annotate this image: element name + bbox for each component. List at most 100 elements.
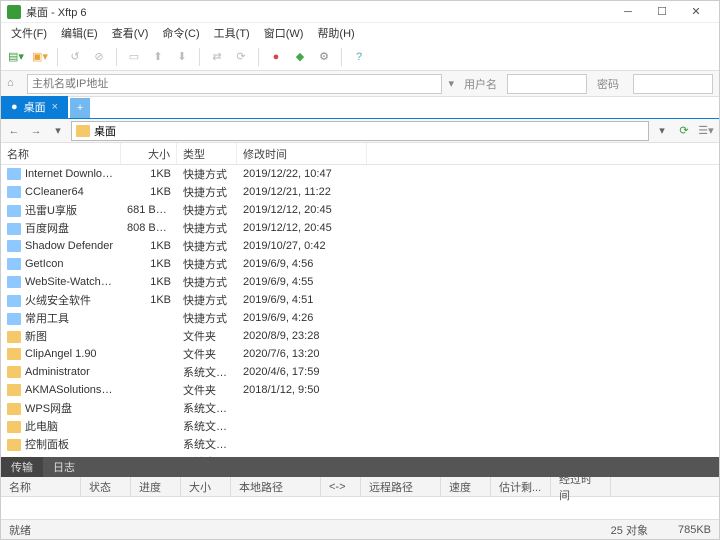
file-row[interactable]: AKMASolutions Byt... 文件夹2018/1/12, 9:50	[1, 381, 719, 399]
separator	[116, 48, 117, 66]
file-date: 2019/12/12, 20:45	[237, 222, 367, 234]
menu-view[interactable]: 查看(V)	[106, 23, 155, 43]
list-view-icon[interactable]: ☰▾	[697, 122, 715, 140]
th-local[interactable]: 本地路径	[231, 477, 321, 496]
file-row[interactable]: ClipAngel 1.90文件夹2020/7/6, 13:20	[1, 345, 719, 363]
file-date: 2019/6/9, 4:26	[237, 312, 367, 324]
file-size: 808 Bytes	[121, 222, 177, 234]
up-button[interactable]: ▾	[49, 122, 67, 140]
path-input[interactable]: 桌面	[71, 121, 649, 141]
menu-edit[interactable]: 编辑(E)	[55, 23, 104, 43]
app-icon	[7, 5, 21, 19]
file-type: 快捷方式	[177, 274, 237, 290]
open-icon[interactable]: ▣▾	[31, 48, 49, 66]
dropdown-icon[interactable]: ▾	[653, 122, 671, 140]
th-name[interactable]: 名称	[1, 477, 81, 496]
separator	[341, 48, 342, 66]
file-row[interactable]: 此电脑系统文件夹	[1, 417, 719, 435]
file-date: 2018/1/12, 9:50	[237, 384, 367, 396]
file-date: 2019/12/21, 11:22	[237, 186, 367, 198]
file-row[interactable]: WPS网盘系统文件夹	[1, 399, 719, 417]
file-type: 快捷方式	[177, 310, 237, 326]
new-session-icon[interactable]: ▤▾	[7, 48, 25, 66]
th-eta[interactable]: 估计剩...	[491, 477, 551, 496]
file-row[interactable]: WebSite-Watcher 1...1KB快捷方式2019/6/9, 4:5…	[1, 273, 719, 291]
file-size: 1KB	[121, 276, 177, 288]
menu-command[interactable]: 命令(C)	[156, 23, 205, 43]
file-row[interactable]: CCleaner641KB快捷方式2019/12/21, 11:22	[1, 183, 719, 201]
upload-icon[interactable]: ⬆	[149, 48, 167, 66]
file-type: 快捷方式	[177, 184, 237, 200]
red-icon[interactable]: ●	[267, 48, 285, 66]
refresh-icon[interactable]: ⟳	[232, 48, 250, 66]
column-date[interactable]: 修改时间	[237, 143, 367, 164]
column-name[interactable]: 名称	[1, 143, 121, 164]
file-icon	[7, 276, 21, 288]
th-elapsed[interactable]: 经过时间	[551, 477, 611, 496]
file-row[interactable]: Administrator系统文件夹2020/4/6, 17:59	[1, 363, 719, 381]
th-status[interactable]: 状态	[81, 477, 131, 496]
file-row[interactable]: 百度网盘808 Bytes快捷方式2019/12/12, 20:45	[1, 219, 719, 237]
menu-file[interactable]: 文件(F)	[5, 23, 53, 43]
separator	[57, 48, 58, 66]
forward-button[interactable]: →	[27, 122, 45, 140]
column-size[interactable]: 大小	[121, 143, 177, 164]
refresh-path-icon[interactable]: ⟳	[675, 122, 693, 140]
host-input[interactable]	[27, 74, 442, 94]
column-type[interactable]: 类型	[177, 143, 237, 164]
close-button[interactable]: ✕	[679, 2, 713, 22]
sync-icon[interactable]: ⇄	[208, 48, 226, 66]
file-list: Internet Download ...1KB快捷方式2019/12/22, …	[1, 165, 719, 457]
tab-add-button[interactable]: +	[70, 98, 90, 118]
file-name: 百度网盘	[25, 223, 69, 235]
minimize-button[interactable]: ─	[611, 2, 645, 22]
th-arrow[interactable]: <->	[321, 477, 361, 496]
file-row[interactable]: 新图文件夹2020/8/9, 23:28	[1, 327, 719, 345]
home-icon[interactable]: ⌂	[7, 77, 21, 91]
tab-log[interactable]: 日志	[43, 457, 85, 477]
file-name: 新图	[25, 331, 47, 343]
menu-tools[interactable]: 工具(T)	[208, 23, 256, 43]
file-name: 迅雷U享版	[25, 205, 77, 217]
toolbar: ▤▾ ▣▾ ↺ ⊘ ▭ ⬆ ⬇ ⇄ ⟳ ● ◆ ⚙ ?	[1, 43, 719, 71]
path-bar: ← → ▾ 桌面 ▾ ⟳ ☰▾	[1, 119, 719, 143]
file-row[interactable]: 火绒安全软件1KB快捷方式2019/6/9, 4:51	[1, 291, 719, 309]
tab-close-icon[interactable]: ×	[52, 101, 58, 113]
file-row[interactable]: 迅雷U享版681 Bytes快捷方式2019/12/12, 20:45	[1, 201, 719, 219]
password-label: 密码	[593, 76, 627, 92]
username-input[interactable]	[507, 74, 587, 94]
back-button[interactable]: ←	[5, 122, 23, 140]
separator	[258, 48, 259, 66]
file-row[interactable]: 常用工具快捷方式2019/6/9, 4:26	[1, 309, 719, 327]
file-name: AKMASolutions Byt...	[25, 384, 121, 396]
menu-window[interactable]: 窗口(W)	[258, 23, 310, 43]
help-icon[interactable]: ?	[350, 48, 368, 66]
th-speed[interactable]: 速度	[441, 477, 491, 496]
folder-icon	[7, 403, 21, 415]
password-input[interactable]	[633, 74, 713, 94]
tab-transfer[interactable]: 传输	[1, 457, 43, 477]
file-row[interactable]: 控制面板系统文件夹	[1, 435, 719, 453]
file-row[interactable]: GetIcon1KB快捷方式2019/6/9, 4:56	[1, 255, 719, 273]
tab-desktop[interactable]: ● 桌面 ×	[1, 96, 68, 118]
file-size: 1KB	[121, 258, 177, 270]
maximize-button[interactable]: ☐	[645, 2, 679, 22]
file-row[interactable]: Shadow Defender1KB快捷方式2019/10/27, 0:42	[1, 237, 719, 255]
th-progress[interactable]: 进度	[131, 477, 181, 496]
green-icon[interactable]: ◆	[291, 48, 309, 66]
file-size: 681 Bytes	[121, 204, 177, 216]
th-size[interactable]: 大小	[181, 477, 231, 496]
file-type: 文件夹	[177, 382, 237, 398]
menu-help[interactable]: 帮助(H)	[311, 23, 360, 43]
file-name: WPS网盘	[25, 403, 72, 415]
file-row[interactable]: Internet Download ...1KB快捷方式2019/12/22, …	[1, 165, 719, 183]
file-type: 快捷方式	[177, 166, 237, 182]
th-remote[interactable]: 远程路径	[361, 477, 441, 496]
new-folder-icon[interactable]: ▭	[125, 48, 143, 66]
gear-icon[interactable]: ⚙	[315, 48, 333, 66]
disconnect-icon[interactable]: ⊘	[90, 48, 108, 66]
file-name: 此电脑	[25, 421, 58, 433]
file-list-header: 名称 大小 类型 修改时间	[1, 143, 719, 165]
reconnect-icon[interactable]: ↺	[66, 48, 84, 66]
download-icon[interactable]: ⬇	[173, 48, 191, 66]
